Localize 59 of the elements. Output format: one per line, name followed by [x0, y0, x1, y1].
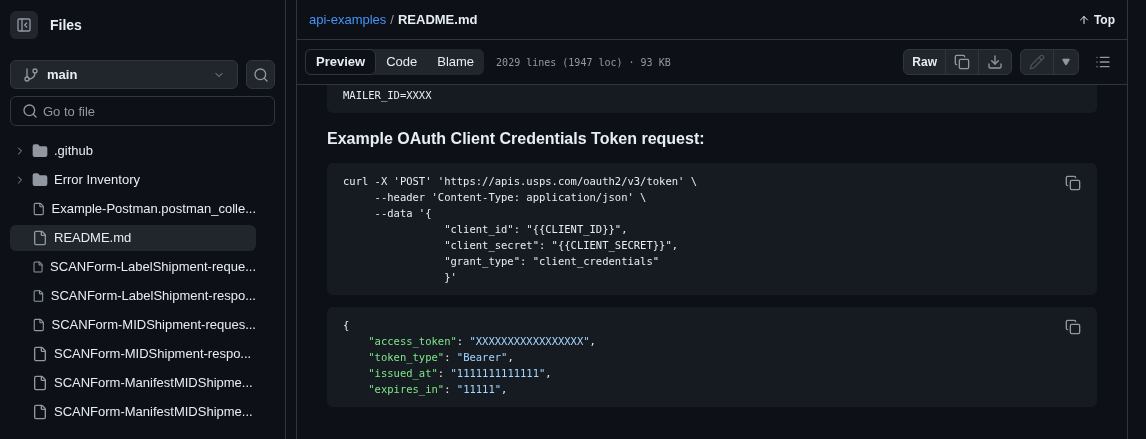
- folder-icon: [32, 143, 48, 159]
- file-icon: [32, 317, 46, 333]
- search-button[interactable]: [246, 60, 275, 89]
- file-tree-item[interactable]: SCANForm-ManifestMIDShipme...: [10, 399, 256, 425]
- file-info: 2029 lines (1947 loc) · 93 KB: [496, 55, 671, 70]
- file-tree-item[interactable]: .github: [10, 138, 256, 164]
- code-line: MAILER_ID=XXXX: [343, 88, 432, 103]
- caret-icon: [1062, 58, 1070, 66]
- file-icon: [32, 288, 45, 304]
- arrow-up-icon: [1077, 13, 1090, 26]
- view-tab[interactable]: Blame: [427, 49, 485, 75]
- view-tab[interactable]: Preview: [305, 49, 377, 75]
- file-icon: [32, 201, 46, 217]
- folder-icon: [32, 172, 48, 188]
- section-heading: Example OAuth Client Credentials Token request:: [327, 129, 706, 149]
- sidebar-title: Files: [50, 15, 82, 35]
- sidebar-panel-icon: [16, 17, 32, 33]
- list-icon: [1095, 54, 1111, 70]
- code-line: "token_type": "Bearer",: [367, 350, 514, 365]
- file-icon: [32, 259, 45, 275]
- code-line: "expires_in": "11111",: [367, 382, 508, 397]
- file-tree-item[interactable]: README.md: [10, 225, 256, 251]
- view-tab[interactable]: Code: [376, 49, 428, 75]
- search-icon: [22, 103, 38, 119]
- copy-icon[interactable]: [1065, 175, 1081, 191]
- code-line: }': [443, 270, 457, 285]
- branch-selector[interactable]: main: [10, 60, 238, 89]
- pencil-icon: [1029, 54, 1045, 70]
- file-tree-item[interactable]: Example-Postman.postman_colle...: [10, 196, 256, 222]
- file-icon: [32, 230, 48, 246]
- download-icon: [987, 54, 1003, 70]
- code-line: "grant_type": "client_credentials": [443, 254, 660, 269]
- copy-icon: [954, 54, 970, 70]
- file-tree-item[interactable]: SCANForm-ManifestMIDShipme...: [10, 370, 256, 396]
- breadcrumb-file: README.md: [397, 10, 478, 29]
- file-tree-item[interactable]: Error Inventory: [10, 167, 256, 193]
- top-link[interactable]: Top: [1077, 10, 1115, 29]
- code-line: "client_secret": "{{CLIENT_SECRET}}",: [443, 238, 679, 253]
- copy-icon[interactable]: [1065, 319, 1081, 335]
- code-line: "issued_at": "1111111111111",: [367, 366, 552, 381]
- file-tree-item[interactable]: SCANForm-LabelShipment-reque...: [10, 254, 256, 280]
- code-line: --data '{: [373, 206, 432, 221]
- code-line: "client_id": "{{CLIENT_ID}}",: [443, 222, 628, 237]
- file-icon: [32, 346, 48, 362]
- panel-toggle-button[interactable]: [10, 11, 38, 39]
- code-line: {: [343, 318, 350, 333]
- branch-icon: [23, 66, 39, 83]
- file-tree-item[interactable]: SCANForm-MIDShipment-reques...: [10, 312, 256, 338]
- search-field[interactable]: Go to file: [10, 96, 275, 126]
- code-line: "access_token": "XXXXXXXXXXXXXXXXX",: [367, 334, 596, 349]
- breadcrumb-link[interactable]: api-examples: [309, 9, 387, 30]
- file-tree-item[interactable]: SCANForm-MIDShipment-respo...: [10, 341, 256, 367]
- search-icon: [252, 66, 269, 83]
- code-line: --header 'Content-Type: application/json' \: [373, 190, 647, 205]
- breadcrumb-separator: /: [390, 10, 394, 29]
- file-tree-item[interactable]: SCANForm-LabelShipment-respo...: [10, 283, 256, 309]
- file-icon: [32, 404, 48, 420]
- file-icon: [32, 375, 48, 391]
- code-line: curl -X 'POST' 'https://apis.usps.com/oauth2/v3/token' \: [343, 174, 697, 189]
